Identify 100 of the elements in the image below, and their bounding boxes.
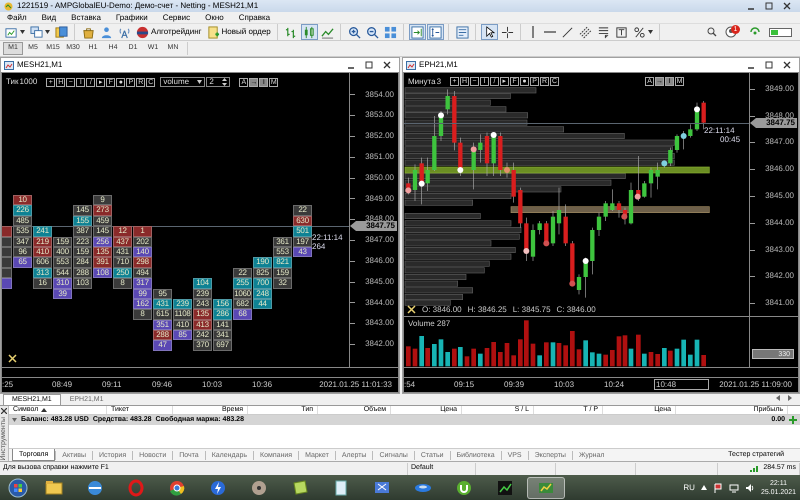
price-label: 3846.00 bbox=[350, 250, 398, 272]
time-label: 10:48 bbox=[654, 378, 709, 390]
volume-cell: 135 bbox=[193, 309, 212, 320]
price-label: 3841.00 bbox=[750, 290, 798, 318]
menu-item[interactable]: Графики bbox=[116, 12, 148, 22]
volume-cell: 459 bbox=[93, 216, 112, 226]
volume-cell: 1108 bbox=[173, 309, 192, 320]
price-label: 3843.00 bbox=[750, 236, 798, 264]
price-label: 3852.00 bbox=[350, 126, 398, 147]
volume-cell: 145 bbox=[93, 226, 112, 237]
date-time-label: 2021.01.25 11:09:00 bbox=[719, 380, 793, 390]
menu-item[interactable]: Окно bbox=[205, 12, 224, 22]
volume-cell: 286 bbox=[213, 309, 232, 320]
chart-period-label: 3 bbox=[436, 77, 442, 86]
spin-field[interactable]: 2 bbox=[206, 77, 230, 87]
volume-cell: 250 bbox=[113, 268, 132, 278]
current-price-label: 3847.75 bbox=[350, 221, 397, 231]
volume-cell: 32 bbox=[273, 278, 292, 289]
volume-cell: 361 bbox=[273, 236, 292, 247]
bar-timer: 22:11:14 bbox=[704, 126, 735, 135]
volume-cell: 248 bbox=[253, 288, 272, 299]
time-label: 09:46 bbox=[152, 380, 174, 390]
price-label: 3845.00 bbox=[350, 272, 398, 293]
price-label: 3843.00 bbox=[350, 313, 398, 334]
price-label: 3842.00 bbox=[350, 334, 398, 355]
date-time-label: 2021.01.25 11:01:33 bbox=[319, 380, 393, 390]
volume-cell: 39 bbox=[53, 288, 72, 299]
menu-item[interactable]: Вставка bbox=[71, 12, 101, 22]
volume-cell: 145 bbox=[73, 205, 92, 216]
document-button[interactable]: Новый ордер bbox=[204, 24, 273, 40]
volume-cell: 437 bbox=[113, 236, 132, 247]
volume-cell: 159 bbox=[273, 268, 292, 278]
tick-count: 264 bbox=[312, 242, 326, 251]
volume-cell: 197 bbox=[293, 236, 312, 247]
volume-cell: 697 bbox=[213, 340, 232, 351]
volume-cell: 351 bbox=[153, 320, 172, 330]
volume-cell: 413 bbox=[193, 320, 212, 330]
volume-cell: 298 bbox=[133, 257, 152, 268]
volume-cell: 65 bbox=[13, 257, 32, 268]
volume-cell: 140 bbox=[133, 246, 152, 258]
volume-cell: 99 bbox=[133, 288, 152, 299]
indicator-label: Volume 287 bbox=[408, 319, 450, 328]
volume-cell: 501 bbox=[293, 226, 312, 237]
volume-cell: 494 bbox=[133, 268, 152, 278]
language-indicator[interactable]: RU bbox=[683, 482, 695, 492]
menu-item[interactable]: Вид bbox=[42, 12, 56, 22]
price-label: 3847.00 bbox=[750, 129, 798, 156]
time-label: 09:39 bbox=[504, 380, 526, 390]
bar-countdown: 00:45 bbox=[720, 135, 740, 144]
volume-cell: 43 bbox=[293, 246, 312, 258]
price-label: 3851.00 bbox=[350, 146, 398, 168]
volume-cell: 223 bbox=[73, 236, 92, 247]
volume-cell: 553 bbox=[53, 257, 72, 268]
volume-cell: 630 bbox=[293, 216, 312, 226]
price-label: 3844.00 bbox=[350, 292, 398, 314]
volume-cell: 47 bbox=[153, 340, 172, 351]
volume-cell: 821 bbox=[273, 257, 292, 268]
ohlc-value: C: 3846.00 bbox=[556, 304, 596, 314]
time-label: :25 bbox=[2, 380, 14, 390]
volume-cell: 387 bbox=[73, 226, 92, 237]
volume-cell: 95 bbox=[153, 288, 172, 299]
time-label: 10:36 bbox=[252, 380, 274, 390]
volume-cell: 255 bbox=[233, 278, 252, 289]
time-label: :54 bbox=[404, 380, 416, 390]
ohlc-value: H: 3846.25 bbox=[468, 304, 507, 314]
volume-cell: 347 bbox=[13, 236, 32, 247]
menu-item[interactable]: Справка bbox=[238, 12, 270, 22]
price-label: 3842.00 bbox=[750, 263, 798, 290]
volume-cell: 410 bbox=[173, 320, 192, 330]
menu-item[interactable]: Файл bbox=[7, 12, 27, 22]
volume-cell: 431 bbox=[113, 246, 132, 258]
volume-cell: 108 bbox=[93, 268, 112, 278]
volume-cell: 606 bbox=[33, 257, 52, 268]
volume-cell: 1 bbox=[133, 226, 152, 237]
globe-button[interactable]: Алготрейдинг bbox=[134, 24, 204, 40]
price-label: 3849.00 bbox=[750, 76, 798, 103]
volume-cell: 12 bbox=[113, 226, 132, 237]
volume-cell: 44 bbox=[253, 298, 272, 310]
volume-cell: 310 bbox=[53, 278, 72, 289]
volume-cell: 9 bbox=[93, 195, 112, 206]
volume-cell: 1060 bbox=[233, 288, 252, 299]
chart-window-title: MESH21,M1 bbox=[17, 60, 62, 70]
volume-cell: 391 bbox=[93, 257, 112, 268]
price-label: 3853.00 bbox=[350, 105, 398, 126]
volume-cell: 190 bbox=[253, 257, 272, 268]
menu-item[interactable]: Сервис bbox=[162, 12, 190, 22]
chart-mode-label: Тик bbox=[6, 77, 19, 87]
price-label: 3849.00 bbox=[350, 188, 398, 210]
volume-cell: 96 bbox=[13, 246, 32, 258]
dropdown[interactable]: volume bbox=[160, 77, 206, 87]
volume-cell: 202 bbox=[133, 236, 152, 247]
volume-cell: 241 bbox=[33, 226, 52, 237]
chart-period-label: 1000 bbox=[20, 77, 38, 87]
volume-cell: 431 bbox=[153, 298, 172, 310]
volume-cell: 615 bbox=[153, 309, 172, 320]
volume-cell: 288 bbox=[73, 268, 92, 278]
volume-cell: 370 bbox=[193, 340, 212, 351]
volume-cell: 162 bbox=[133, 298, 152, 310]
bar-timer: 22:11:14 bbox=[312, 233, 343, 242]
time-label: 10:03 bbox=[554, 380, 576, 390]
